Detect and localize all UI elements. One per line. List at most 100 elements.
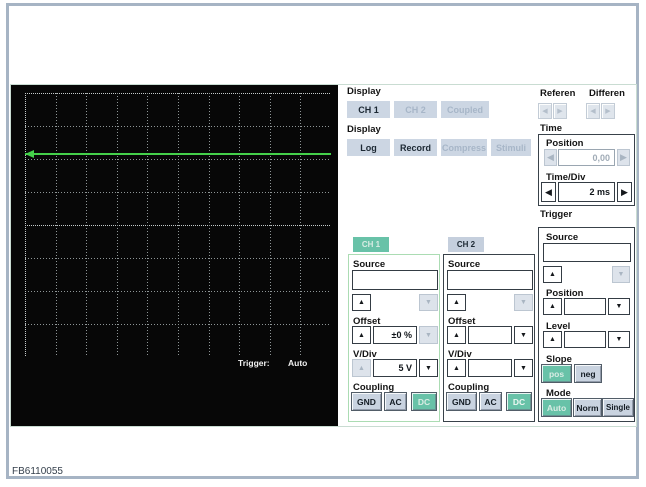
display-section-label: Display <box>347 86 381 97</box>
ch1-vdiv-down-button[interactable]: ▼ <box>419 359 438 377</box>
down-arrow-icon: ▼ <box>615 336 623 343</box>
down-arrow-icon: ▼ <box>615 303 623 310</box>
trigger-source-up-button[interactable]: ▲ <box>543 266 562 283</box>
right-arrow-icon: ▶ <box>557 108 563 115</box>
up-arrow-icon: ▲ <box>453 331 460 339</box>
up-arrow-icon: ▲ <box>453 364 460 372</box>
ch1-offset-field[interactable] <box>373 326 417 344</box>
trigger-source-down-button[interactable]: ▼ <box>612 266 630 283</box>
ch2-offset-up-button[interactable]: ▲ <box>447 326 466 344</box>
display-compress-button[interactable]: Compress <box>441 139 487 156</box>
up-arrow-icon: ▲ <box>358 299 365 306</box>
ch2-panel: Source ▲ ▼ Offset ▲ ▼ V/Div ▲ ▼ Coupling… <box>443 254 535 422</box>
ch1-coupling-ac-button[interactable]: AC <box>384 392 407 411</box>
scope-graticule <box>25 93 331 357</box>
left-arrow-icon: ◀ <box>542 108 548 115</box>
slope-neg-button[interactable]: neg <box>574 364 602 383</box>
reference-next-button[interactable]: ▶ <box>553 103 567 119</box>
difference-prev-button[interactable]: ◀ <box>586 103 600 119</box>
ch2-vdiv-up-button[interactable]: ▲ <box>447 359 466 377</box>
down-arrow-icon: ▼ <box>520 299 527 306</box>
display-stimuli-button[interactable]: Stimuli <box>491 139 531 156</box>
ch2-source-field[interactable] <box>447 270 533 290</box>
display-ch1-button[interactable]: CH 1 <box>347 101 390 118</box>
figure-code-label: FB6110055 <box>12 466 63 477</box>
down-arrow-icon: ▼ <box>425 364 432 372</box>
ch1-source-label: Source <box>353 259 386 270</box>
ch1-tab[interactable]: CH 1 <box>353 237 389 252</box>
ch1-vdiv-up-button[interactable]: ▲ <box>352 359 371 377</box>
ch1-panel: Source ▲ ▼ Offset ▲ ▼ V/Div ▲ ▼ Coupling… <box>348 254 440 422</box>
timediv-decrement-button[interactable]: ◀ <box>541 182 556 202</box>
ch1-offset-down-button[interactable]: ▼ <box>419 326 438 344</box>
ch1-coupling-dc-button[interactable]: DC <box>411 392 437 411</box>
time-section-label: Time <box>540 123 563 134</box>
up-arrow-icon: ▲ <box>549 271 556 278</box>
application-window: Trigger: Auto Display CH 1 CH 2 Coupled … <box>0 0 646 487</box>
down-arrow-icon: ▼ <box>425 299 432 306</box>
ch1-source-field[interactable] <box>352 270 438 290</box>
right-arrow-icon: ▶ <box>621 186 628 197</box>
difference-label: Differen <box>589 88 625 99</box>
display-log-button[interactable]: Log <box>347 139 390 156</box>
ch2-coupling-ac-button[interactable]: AC <box>479 392 502 411</box>
ch1-source-up-button[interactable]: ▲ <box>352 294 371 311</box>
down-arrow-icon: ▼ <box>425 331 432 339</box>
timediv-increment-button[interactable]: ▶ <box>617 182 632 202</box>
trigger-status-label: Trigger: <box>238 358 270 368</box>
trigger-level-field[interactable] <box>564 331 606 348</box>
trigger-position-field[interactable] <box>564 298 606 315</box>
ch2-tab[interactable]: CH 2 <box>448 237 484 252</box>
ch1-source-down-button[interactable]: ▼ <box>419 294 438 311</box>
right-arrow-icon: ▶ <box>620 152 627 162</box>
ch2-source-up-button[interactable]: ▲ <box>447 294 466 311</box>
trigger-level-down-button[interactable]: ▼ <box>608 331 630 348</box>
ch2-coupling-dc-button[interactable]: DC <box>506 392 532 411</box>
ch2-offset-field[interactable] <box>468 326 512 344</box>
difference-next-button[interactable]: ▶ <box>601 103 615 119</box>
ch2-source-label: Source <box>448 259 481 270</box>
ch2-offset-down-button[interactable]: ▼ <box>514 326 533 344</box>
display-ch2-button[interactable]: CH 2 <box>394 101 437 118</box>
time-panel: Position ◀ ▶ Time/Div ◀ ▶ <box>538 134 635 206</box>
display-record-button[interactable]: Record <box>394 139 437 156</box>
ch1-vdiv-field[interactable] <box>373 359 417 377</box>
down-arrow-icon: ▼ <box>617 271 625 278</box>
trigger-level-up-button[interactable]: ▲ <box>543 331 562 348</box>
trigger-panel: Source ▲ ▼ Position ▲ ▼ Level ▲ ▼ Slope … <box>538 227 635 422</box>
time-position-decrement-button[interactable]: ◀ <box>544 149 557 166</box>
mode-auto-button[interactable]: Auto <box>541 398 572 417</box>
display-mode-section-label: Display <box>347 124 381 135</box>
ch2-vdiv-field[interactable] <box>468 359 512 377</box>
time-position-increment-button[interactable]: ▶ <box>617 149 630 166</box>
trigger-status-value: Auto <box>288 358 308 368</box>
down-arrow-icon: ▼ <box>520 364 527 372</box>
up-arrow-icon: ▲ <box>358 331 365 339</box>
left-arrow-icon: ◀ <box>590 108 596 115</box>
mode-norm-button[interactable]: Norm <box>573 398 602 417</box>
oscilloscope-display: Trigger: Auto <box>11 85 338 426</box>
mode-single-button[interactable]: Single <box>602 398 634 417</box>
slope-pos-button[interactable]: pos <box>541 364 572 383</box>
ch1-coupling-gnd-button[interactable]: GND <box>351 392 382 411</box>
time-position-field[interactable] <box>558 149 615 166</box>
time-position-label: Position <box>546 138 584 149</box>
ch2-vdiv-down-button[interactable]: ▼ <box>514 359 533 377</box>
timediv-field[interactable] <box>558 182 615 202</box>
left-arrow-icon: ◀ <box>547 152 554 162</box>
reference-label: Referen <box>540 88 576 99</box>
ch2-coupling-gnd-button[interactable]: GND <box>446 392 477 411</box>
up-arrow-icon: ▲ <box>453 299 460 306</box>
reference-prev-button[interactable]: ◀ <box>538 103 552 119</box>
right-arrow-icon: ▶ <box>605 108 611 115</box>
down-arrow-icon: ▼ <box>520 331 527 339</box>
trigger-position-up-button[interactable]: ▲ <box>543 298 562 315</box>
trace-start-marker-icon <box>25 150 34 158</box>
display-coupled-button[interactable]: Coupled <box>441 101 489 118</box>
trigger-source-field[interactable] <box>543 243 631 262</box>
trigger-position-down-button[interactable]: ▼ <box>608 298 630 315</box>
up-arrow-icon: ▲ <box>549 336 556 343</box>
trigger-section-label: Trigger <box>540 209 573 220</box>
ch2-source-down-button[interactable]: ▼ <box>514 294 533 311</box>
ch1-offset-up-button[interactable]: ▲ <box>352 326 371 344</box>
